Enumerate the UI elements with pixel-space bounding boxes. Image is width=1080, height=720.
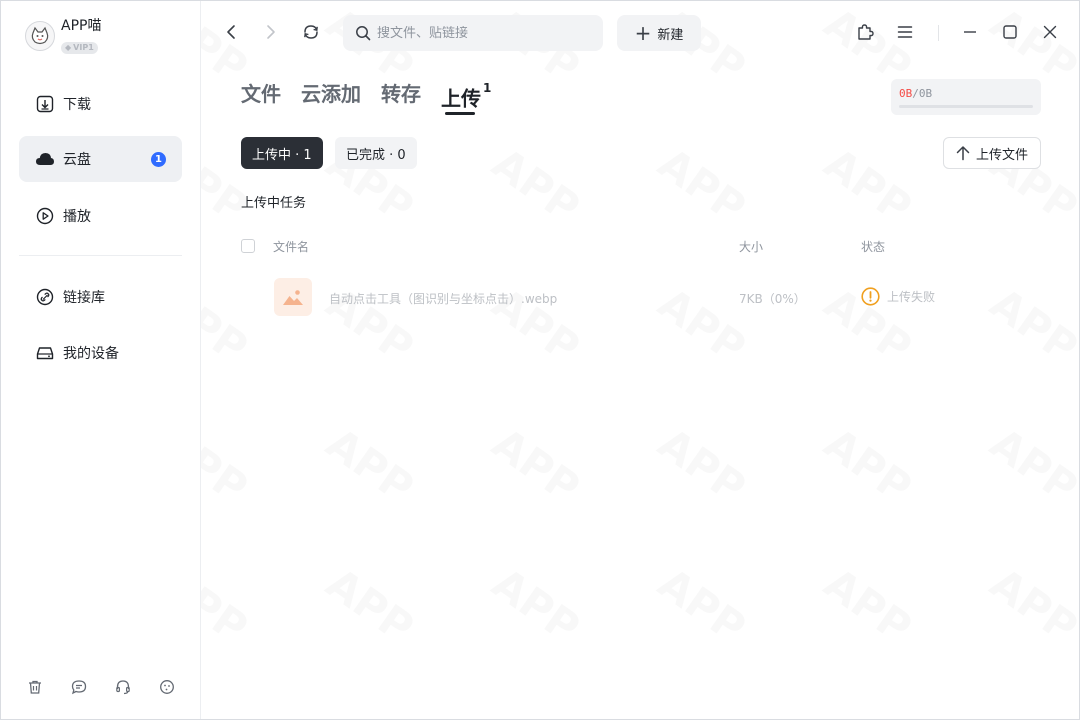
app-window: APP APP APP APP APP APP APP APP APP APP APP APP APP A… [0,0,1080,720]
play-circle-icon [35,206,55,226]
filter-completed[interactable]: 已完成 · 0 [335,137,417,169]
sidebar-item-my-devices[interactable]: 我的设备 [19,330,182,376]
cat-avatar-icon [31,26,49,44]
watermark-mark: APP [649,138,754,232]
watermark-mark: APP [649,418,754,512]
column-header-status[interactable]: 状态 [861,238,885,255]
section-title: 上传中任务 [241,196,307,211]
sidebar-divider [19,255,182,256]
link-icon [35,287,55,307]
watermark-mark: APP [815,418,920,512]
tab-transfer[interactable]: 转存 [381,79,421,109]
cookie-icon[interactable] [157,677,177,697]
chat-icon[interactable] [69,677,89,697]
watermark-mark: APP [981,418,1079,512]
trash-icon[interactable] [25,677,45,697]
upload-arrow-icon [956,145,970,161]
sidebar-item-play[interactable]: 播放 [19,193,182,239]
storage-progress-bar [899,105,1033,108]
watermark-mark: APP [815,558,920,652]
download-box-icon [35,94,55,114]
watermark-mark: APP [317,418,422,512]
file-status: 上传失败 [861,287,935,306]
plugin-puzzle-icon[interactable] [855,22,875,42]
watermark-mark: APP [649,558,754,652]
upload-file-label: 上传文件 [975,147,1028,163]
watermark-mark: APP [981,558,1079,652]
forward-arrow-icon[interactable] [261,22,281,42]
sidebar-item-label: 下载 [63,97,91,113]
image-file-icon [274,278,312,316]
storage-text: 0B/0B [899,87,1033,101]
tab-label: 云添加 [301,82,361,106]
table-header: 文件名 大小 状态 [241,235,1041,257]
sidebar-item-download[interactable]: 下载 [19,81,182,127]
menu-icon[interactable] [895,22,915,42]
sidebar-bottom-toolbar [25,677,201,697]
tab-cloud-add[interactable]: 云添加 [301,79,361,109]
minimize-icon[interactable] [960,22,980,42]
top-toolbar: + 新建 [201,1,1079,65]
tab-label: 上传 [441,86,481,111]
toolbar-separator [938,25,939,41]
storage-total: 0B [918,87,933,100]
vip-badge: ◆ VIP1 [61,42,98,54]
storage-indicator[interactable]: 0B/0B [891,79,1041,115]
sidebar-item-label: 链接库 [63,290,105,306]
diamond-icon: ◆ [65,43,72,52]
sidebar-item-label: 云盘 [63,152,91,168]
headset-icon[interactable] [113,677,133,697]
storage-separator: / [912,87,919,100]
watermark-mark: APP [483,138,588,232]
new-button[interactable]: + 新建 [617,15,701,51]
tab-files[interactable]: 文件 [241,79,281,109]
notification-badge: 1 [151,152,166,167]
avatar[interactable] [25,20,55,51]
device-drive-icon [35,343,55,363]
tab-label: 文件 [241,82,281,106]
vip-label: VIP1 [73,43,94,52]
search-input[interactable] [377,25,577,41]
back-arrow-icon[interactable] [221,22,241,42]
file-size: 7KB（0%） [739,292,806,306]
sidebar-item-cloud-drive[interactable]: 云盘 1 [19,136,182,182]
storage-used: 0B [899,87,913,100]
refresh-icon[interactable] [301,22,321,42]
column-header-size[interactable]: 大小 [739,238,763,255]
sidebar: APP喵 ◆ VIP1 下载 云盘 1 播放 链接库 我的设备 [1,1,201,719]
tab-count: 1 [483,81,492,95]
close-icon[interactable] [1040,22,1060,42]
search-icon [355,25,371,41]
search-box[interactable] [343,15,603,51]
sidebar-item-label: 我的设备 [63,346,119,362]
tab-label: 转存 [381,82,421,106]
maximize-icon[interactable] [1000,22,1020,42]
user-profile[interactable]: APP喵 ◆ VIP1 [25,17,101,54]
column-header-name[interactable]: 文件名 [273,238,309,255]
plus-icon: + [634,21,652,45]
active-tab-indicator [445,112,475,115]
new-button-label: 新建 [657,27,684,43]
watermark-mark: APP [483,418,588,512]
status-label: 上传失败 [887,290,936,304]
filter-uploading[interactable]: 上传中 · 1 [241,137,323,169]
sidebar-item-label: 播放 [63,209,91,225]
select-all-checkbox[interactable] [241,239,255,253]
watermark-mark: APP [317,558,422,652]
file-name: 自动点击工具（图识别与坐标点击）.webp [329,292,558,306]
watermark-mark: APP [483,558,588,652]
upload-file-button[interactable]: 上传文件 [943,137,1041,169]
sidebar-item-link-library[interactable]: 链接库 [19,274,182,320]
table-row[interactable]: 自动点击工具（图识别与坐标点击）.webp 7KB（0%） 上传失败 [241,277,1041,317]
watermark-mark: APP [815,138,920,232]
user-name: APP喵 [61,18,102,34]
cloud-icon [35,149,55,169]
content-tabs: 文件 云添加 转存 上传 1 [241,79,511,115]
tab-upload[interactable]: 上传 1 [441,79,492,115]
warning-icon [861,287,880,306]
